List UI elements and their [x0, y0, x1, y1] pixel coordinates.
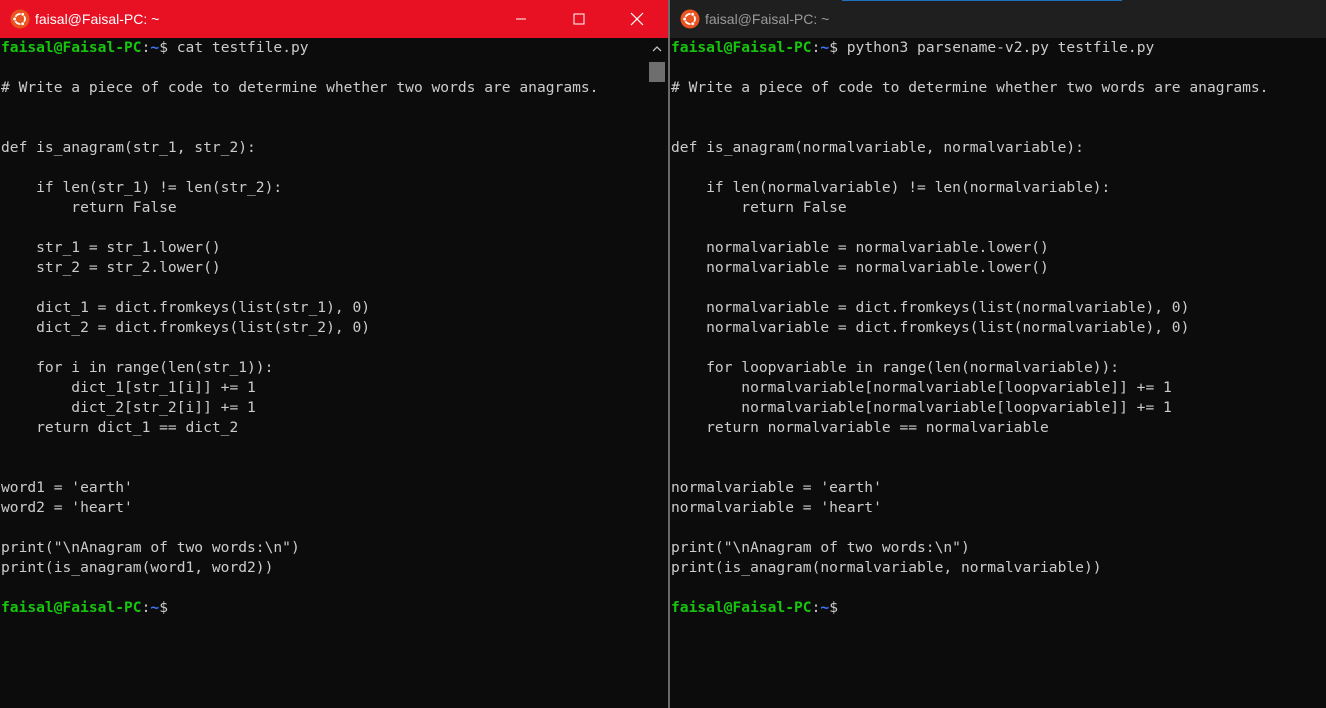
terminal-line: for i in range(len(str_1)):	[1, 359, 274, 376]
terminal-line: if len(str_1) != len(str_2):	[1, 179, 283, 196]
terminal-line: str_2 = str_2.lower()	[1, 259, 221, 276]
terminal-line: for loopvariable in range(len(normalvari…	[671, 359, 1120, 376]
prompt-path: ~	[150, 39, 160, 56]
prompt-path: ~	[820, 39, 830, 56]
vertical-scrollbar[interactable]	[646, 38, 668, 708]
terminal-line: # Write a piece of code to determine whe…	[671, 79, 1269, 96]
terminal-line: print(is_anagram(word1, word2))	[1, 559, 274, 576]
prompt-user: faisal@Faisal-PC	[671, 39, 812, 56]
ubuntu-logo-icon	[10, 9, 30, 29]
terminal-line: print("\nAnagram of two words:\n")	[671, 539, 970, 556]
prompt-user: faisal@Faisal-PC	[1, 599, 142, 616]
maximize-button[interactable]	[550, 0, 608, 38]
terminal-line: word1 = 'earth'	[1, 479, 133, 496]
close-icon	[630, 12, 644, 26]
terminal-line: def is_anagram(str_1, str_2):	[1, 139, 256, 156]
terminal-line: dict_2[str_2[i]] += 1	[1, 399, 256, 416]
window-title: faisal@Faisal-PC: ~	[705, 11, 830, 27]
prompt-sign: $	[829, 599, 838, 616]
title-accent-line	[842, 0, 1122, 1]
terminal-line: dict_1 = dict.fromkeys(list(str_1), 0)	[1, 299, 371, 316]
terminal-output[interactable]: faisal@Faisal-PC:~$ python3 parsename-v2…	[670, 38, 1326, 708]
maximize-icon	[573, 13, 585, 25]
prompt-command: cat testfile.py	[167, 39, 309, 56]
terminal-output[interactable]: faisal@Faisal-PC:~$ cat testfile.py # Wri…	[0, 38, 646, 708]
prompt-sign: $	[159, 39, 168, 56]
terminal-line: return dict_1 == dict_2	[1, 419, 239, 436]
scrollbar-thumb[interactable]	[649, 62, 665, 82]
prompt-path: ~	[820, 599, 830, 616]
minimize-icon	[516, 18, 526, 20]
terminal-lines: faisal@Faisal-PC:~$ python3 parsename-v2…	[671, 38, 1268, 618]
prompt-sign: $	[159, 599, 168, 616]
title-bar[interactable]: faisal@Faisal-PC: ~	[0, 0, 668, 38]
terminal-window-left[interactable]: faisal@Faisal-PC: ~ faisal@Faisal-PC:~$ …	[0, 0, 668, 708]
ubuntu-logo-icon	[680, 9, 700, 29]
terminal-lines: faisal@Faisal-PC:~$ cat testfile.py # Wri…	[1, 38, 598, 618]
terminal-line: normalvariable = 'earth'	[671, 479, 882, 496]
terminal-line: dict_1[str_1[i]] += 1	[1, 379, 256, 396]
terminal-line: normalvariable[normalvariable[loopvariab…	[671, 379, 1172, 396]
window-title: faisal@Faisal-PC: ~	[35, 11, 160, 27]
prompt-user: faisal@Faisal-PC	[1, 39, 142, 56]
terminal-line: normalvariable = dict.fromkeys(list(norm…	[671, 299, 1190, 316]
terminal-line: return normalvariable == normalvariable	[671, 419, 1049, 436]
terminal-line: normalvariable = dict.fromkeys(list(norm…	[671, 319, 1190, 336]
terminal-line: normalvariable[normalvariable[loopvariab…	[671, 399, 1172, 416]
scroll-up-arrow-icon	[652, 46, 662, 52]
prompt-line: faisal@Faisal-PC:~$ python3 parsename-v2…	[671, 38, 1268, 58]
prompt-line: faisal@Faisal-PC:~$ cat testfile.py	[1, 38, 598, 58]
terminal-line: normalvariable = 'heart'	[671, 499, 882, 516]
terminal-line: def is_anagram(normalvariable, normalvar…	[671, 139, 1084, 156]
terminal-line: # Write a piece of code to determine whe…	[1, 79, 599, 96]
terminal-line: str_1 = str_1.lower()	[1, 239, 221, 256]
terminal-line: normalvariable = normalvariable.lower()	[671, 259, 1049, 276]
terminal-line: print("\nAnagram of two words:\n")	[1, 539, 300, 556]
prompt-path: ~	[150, 599, 160, 616]
prompt-command: python3 parsename-v2.py testfile.py	[837, 39, 1155, 56]
terminal-line: word2 = 'heart'	[1, 499, 133, 516]
terminal-line: print(is_anagram(normalvariable, normalv…	[671, 559, 1102, 576]
terminal-line: return False	[671, 199, 847, 216]
minimize-button[interactable]	[492, 0, 550, 38]
terminal-line: return False	[1, 199, 177, 216]
terminal-line: normalvariable = normalvariable.lower()	[671, 239, 1049, 256]
close-button[interactable]	[608, 0, 666, 38]
terminal-line: dict_2 = dict.fromkeys(list(str_2), 0)	[1, 319, 371, 336]
title-bar[interactable]: faisal@Faisal-PC: ~	[670, 0, 1326, 38]
prompt-user: faisal@Faisal-PC	[671, 599, 812, 616]
scroll-up-button[interactable]	[646, 38, 668, 60]
terminal-line: if len(normalvariable) != len(normalvari…	[671, 179, 1111, 196]
prompt-sign: $	[829, 39, 838, 56]
terminal-window-right[interactable]: faisal@Faisal-PC: ~ faisal@Faisal-PC:~$ …	[670, 0, 1326, 708]
prompt-line: faisal@Faisal-PC:~$	[671, 598, 1268, 618]
prompt-line: faisal@Faisal-PC:~$	[1, 598, 598, 618]
